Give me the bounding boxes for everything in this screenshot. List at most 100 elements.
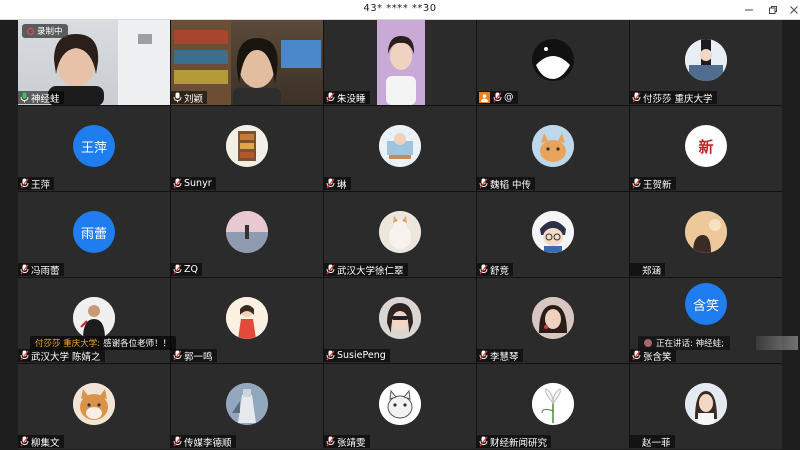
participant-name: 付莎莎 重庆大学 [643, 93, 713, 105]
mic-muted-icon [326, 264, 335, 275]
mic-muted-icon [173, 264, 182, 275]
participant-avatar [379, 211, 421, 253]
participant-avatar [379, 297, 421, 339]
participant-avatar: 王萍 [73, 125, 115, 167]
participant-nameplate: ZQ [171, 263, 202, 276]
mic-muted-icon [479, 178, 488, 189]
participant-nameplate: 赵一菲 [630, 435, 675, 449]
speaking-label: 正在讲话: 神经蛙; [656, 339, 724, 349]
close-icon [790, 6, 798, 14]
participant-tile[interactable]: @ [477, 20, 629, 105]
participant-avatar [685, 39, 727, 81]
participant-nameplate: 魏韬 中传 [477, 177, 536, 191]
mic-muted-icon [493, 92, 502, 103]
participant-tile[interactable]: 琳 [324, 106, 476, 191]
participant-avatar [532, 39, 574, 81]
avatar-image [532, 125, 574, 167]
participant-avatar: 新 [685, 125, 727, 167]
participant-nameplate: 付莎莎 重庆大学 [630, 91, 717, 105]
participant-avatar [532, 297, 574, 339]
participant-tile[interactable]: 朱没睡 [324, 20, 476, 105]
avatar-initials: 新 [698, 137, 714, 156]
avatar-image [73, 383, 115, 425]
participant-tile[interactable]: 刘颖 [171, 20, 323, 105]
recording-badge: 录制中 [22, 24, 68, 38]
participant-nameplate: 郭一鸣 [171, 349, 217, 363]
avatar-image [379, 125, 421, 167]
participant-name: ZQ [184, 264, 198, 275]
participant-avatar [226, 125, 268, 167]
avatar-image [685, 211, 727, 253]
participant-name: 张靖雯 [337, 437, 366, 449]
participant-tile[interactable]: SusiePeng [324, 278, 476, 363]
speaking-indicator: 正在讲话: 神经蛙; [638, 336, 730, 350]
participant-tile[interactable]: 雨蕾 冯雨蕾 [18, 192, 170, 277]
participant-nameplate: @ [477, 91, 518, 104]
avatar-image [379, 297, 421, 339]
participant-name: 朱没睡 [337, 93, 366, 105]
mic-muted-icon [173, 350, 182, 361]
participant-tile[interactable]: 传媒李德顺 [171, 364, 323, 449]
participant-tile[interactable]: 付莎莎 重庆大学 [630, 20, 782, 105]
participant-tile[interactable]: Sunyr [171, 106, 323, 191]
participant-name: 王贺新 [643, 179, 672, 191]
participant-tile[interactable]: 郭一鸣 [171, 278, 323, 363]
minimize-button[interactable] [738, 0, 760, 20]
participant-nameplate: 王萍 [18, 177, 55, 191]
mic-muted-icon [20, 178, 29, 189]
mic-active-icon [20, 92, 29, 103]
participant-nameplate: 柳集文 [18, 435, 64, 449]
participant-avatar [379, 383, 421, 425]
chat-notification[interactable]: 付莎莎 重庆大学: 感谢各位老师！！ [30, 336, 177, 350]
participant-tile[interactable]: 张靖雯 [324, 364, 476, 449]
participant-avatar [532, 125, 574, 167]
title-bar: 43* **** **30 [0, 0, 800, 20]
avatar-initials: 雨蕾 [80, 226, 107, 242]
participant-tile[interactable]: 魏韬 中传 [477, 106, 629, 191]
participant-nameplate: 朱没睡 [324, 91, 370, 105]
participant-name: @ [504, 92, 514, 103]
minimize-icon [745, 9, 753, 11]
participant-name: 冯雨蕾 [31, 265, 60, 277]
participant-name: 武汉大学徐仁翠 [337, 265, 404, 277]
avatar-initials: 王萍 [80, 140, 107, 156]
participant-name: 赵一菲 [642, 437, 671, 449]
participant-tile[interactable]: 郑涵 [630, 192, 782, 277]
participant-tile[interactable]: 武汉大学 陈婧之 [18, 278, 170, 363]
avatar-image [73, 297, 115, 339]
avatar-image [226, 211, 268, 253]
participant-tile[interactable]: 李慧琴 [477, 278, 629, 363]
avatar-image [532, 297, 574, 339]
participant-tile[interactable]: ZQ [171, 192, 323, 277]
participant-tile[interactable]: 含笑 张含笑 [630, 278, 782, 363]
participant-name: 李慧琴 [490, 351, 519, 363]
avatar-image [532, 383, 574, 425]
avatar-image [685, 39, 727, 81]
participant-avatar [532, 383, 574, 425]
participant-tile[interactable]: 王萍 王萍 [18, 106, 170, 191]
speaker-avatar-icon [644, 339, 652, 347]
maximize-button[interactable] [762, 0, 784, 20]
participant-tile[interactable]: 武汉大学徐仁翠 [324, 192, 476, 277]
participant-nameplate: 郑涵 [630, 263, 666, 277]
participant-nameplate: 李慧琴 [477, 349, 523, 363]
chat-sender: 付莎莎 重庆大学: [35, 339, 101, 349]
mic-muted-icon [632, 178, 641, 189]
mic-muted-icon [173, 178, 182, 189]
avatar-image [226, 297, 268, 339]
mic-muted-icon [20, 264, 29, 275]
participant-tile[interactable]: 录制中 神经蛙 [18, 20, 170, 105]
participant-nameplate: 武汉大学 陈婧之 [18, 349, 105, 363]
close-button[interactable] [783, 0, 800, 20]
participant-tile[interactable]: 赵一菲 [630, 364, 782, 449]
mic-muted-icon [326, 92, 335, 103]
participant-nameplate: 传媒李德顺 [171, 435, 236, 449]
participant-tile[interactable]: 舒竞 [477, 192, 629, 277]
participant-tile[interactable]: 柳集文 [18, 364, 170, 449]
participant-tile[interactable]: 财经新闻研究 [477, 364, 629, 449]
participant-name: 刘颖 [184, 93, 204, 105]
avatar-image [379, 383, 421, 425]
participant-tile[interactable]: 新 王贺新 [630, 106, 782, 191]
mic-muted-icon [20, 350, 29, 361]
participant-name: 武汉大学 陈婧之 [31, 351, 101, 363]
